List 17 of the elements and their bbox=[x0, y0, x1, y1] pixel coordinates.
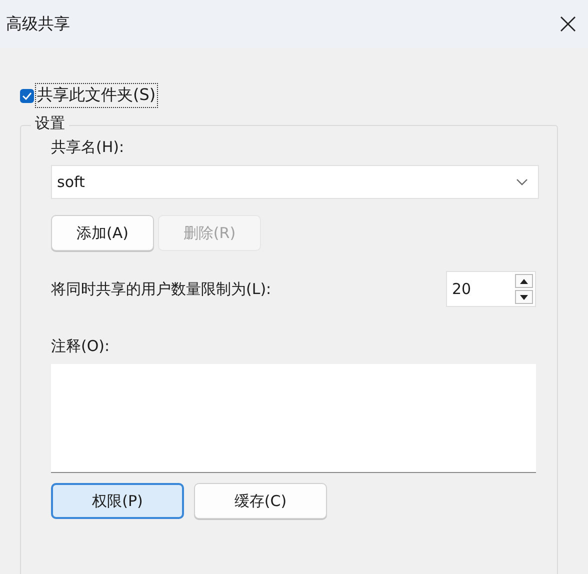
window-title: 高级共享 bbox=[6, 14, 70, 34]
share-name-dropdown[interactable]: soft bbox=[51, 165, 539, 199]
comment-field[interactable] bbox=[51, 364, 536, 473]
add-button[interactable]: 添加(A) bbox=[51, 215, 154, 251]
close-icon[interactable] bbox=[560, 16, 576, 32]
spin-up-icon[interactable] bbox=[515, 274, 533, 288]
chevron-down-icon bbox=[516, 178, 528, 186]
group-title: 设置 bbox=[31, 114, 69, 133]
field-label: 共享名(H): bbox=[51, 138, 126, 157]
permissions-button[interactable]: 权限(P) bbox=[51, 483, 184, 519]
caching-button[interactable]: 缓存(C) bbox=[194, 483, 327, 519]
field-label: 将同时共享的用户数量限制为(L): bbox=[51, 280, 272, 298]
spin-down-icon[interactable] bbox=[515, 290, 533, 304]
user-limit-spinner[interactable]: 20 bbox=[446, 271, 536, 307]
checkbox-label[interactable]: 共享此文件夹(S) bbox=[36, 84, 157, 107]
field-label: 注释(O): bbox=[51, 337, 111, 356]
checkbox[interactable] bbox=[20, 88, 34, 102]
